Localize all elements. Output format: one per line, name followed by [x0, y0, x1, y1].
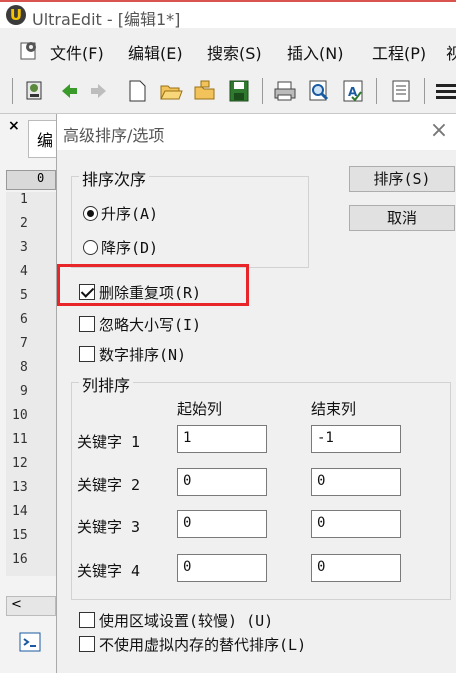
- line-number: 12: [6, 456, 56, 480]
- horizontal-scroll-left[interactable]: <: [6, 596, 56, 616]
- app-title: UltraEdit - [编辑1*]: [32, 10, 181, 29]
- menu-edit[interactable]: 编辑(E): [128, 40, 183, 64]
- menu-search[interactable]: 搜索(S): [207, 40, 262, 64]
- checkbox-indicator: [79, 636, 95, 652]
- line-number: 1: [6, 192, 56, 216]
- menu-project[interactable]: 工程(P): [372, 40, 426, 64]
- line-number: 4: [6, 264, 56, 288]
- key-4-end-input[interactable]: 0: [311, 554, 401, 582]
- toolbar-separator: [376, 78, 377, 104]
- menu-insert[interactable]: 插入(N): [287, 40, 343, 64]
- key-4-label: 关键字 4: [77, 562, 141, 580]
- spell-check-icon[interactable]: A: [340, 77, 366, 105]
- close-document-icon[interactable]: ×: [8, 118, 20, 134]
- ascending-radio[interactable]: 升序(A): [83, 203, 158, 224]
- key-2-label: 关键字 2: [77, 476, 141, 494]
- line-number: 7: [6, 336, 56, 360]
- ignore-case-label: 忽略大小写(I): [99, 316, 202, 334]
- descending-label: 降序(D): [101, 239, 159, 257]
- ultraedit-logo-icon: U: [6, 5, 26, 25]
- start-column-header: 起始列: [177, 400, 223, 418]
- dialog-close-icon[interactable]: ×: [427, 118, 451, 144]
- key-3-end-input[interactable]: 0: [311, 510, 401, 538]
- document-menu-icon[interactable]: [18, 39, 40, 61]
- toolbar-separator: [424, 78, 425, 104]
- no-virtual-memory-checkbox[interactable]: 不使用虚拟内存的替代排序(L): [79, 634, 306, 655]
- dialog-title: 高级排序/选项: [63, 126, 165, 145]
- checkbox-indicator: [79, 284, 95, 300]
- editor-background: × 编 0 1 2 3 4 5 6 7 8 9 10 11 12 13 14 1…: [0, 114, 58, 673]
- key-4-start-input[interactable]: 0: [177, 554, 267, 582]
- print-icon[interactable]: [272, 77, 298, 105]
- save-icon[interactable]: [226, 77, 252, 105]
- line-number: 11: [6, 432, 56, 456]
- radio-indicator: [83, 240, 98, 255]
- line-number: 15: [6, 528, 56, 552]
- column-ruler: 0: [6, 170, 56, 190]
- no-virtual-memory-label: 不使用虚拟内存的替代排序(L): [99, 636, 307, 654]
- line-number: 9: [6, 384, 56, 408]
- new-file-icon[interactable]: [124, 77, 150, 105]
- dialog-titlebar: 高级排序/选项 ×: [57, 114, 456, 150]
- checkbox-indicator: [79, 316, 95, 332]
- document-tab[interactable]: 编: [28, 120, 58, 158]
- line-number: 5: [6, 288, 56, 312]
- line-number: 8: [6, 360, 56, 384]
- print-preview-icon[interactable]: [306, 77, 332, 105]
- sort-button[interactable]: 排序(S): [349, 166, 455, 192]
- use-locale-checkbox[interactable]: 使用区域设置(较慢) (U): [79, 610, 273, 631]
- close-folder-icon[interactable]: [192, 77, 218, 105]
- key-1-end-input[interactable]: -1: [311, 425, 401, 453]
- app-titlebar: U UltraEdit - [编辑1*]: [0, 0, 456, 29]
- sort-order-label: 排序次序: [79, 166, 150, 190]
- checkbox-indicator: [79, 346, 95, 362]
- align-lines-icon[interactable]: [432, 77, 456, 105]
- column-sort-label: 列排序: [79, 372, 134, 396]
- open-folder-icon[interactable]: [158, 77, 184, 105]
- customize-icon[interactable]: [22, 77, 48, 105]
- output-window-icon[interactable]: [18, 630, 42, 654]
- back-arrow-icon[interactable]: [56, 77, 82, 105]
- toolbar-separator: [262, 78, 263, 104]
- line-number: 16: [6, 552, 56, 576]
- toolbar: A: [0, 70, 456, 114]
- line-number: 14: [6, 504, 56, 528]
- key-3-label: 关键字 3: [77, 518, 141, 536]
- end-column-header: 结束列: [311, 400, 357, 418]
- ignore-case-checkbox[interactable]: 忽略大小写(I): [79, 314, 201, 335]
- cancel-button[interactable]: 取消: [349, 205, 455, 231]
- numeric-sort-checkbox[interactable]: 数字排序(N): [79, 344, 186, 365]
- checkbox-indicator: [79, 612, 95, 628]
- ascending-label: 升序(A): [101, 205, 159, 223]
- line-number: 6: [6, 312, 56, 336]
- key-1-label: 关键字 1: [77, 433, 141, 451]
- menu-file[interactable]: 文件(F): [50, 40, 104, 64]
- document-list-icon[interactable]: [388, 77, 414, 105]
- key-2-start-input[interactable]: 0: [177, 468, 267, 496]
- line-number: 10: [6, 408, 56, 432]
- radio-indicator: [83, 206, 98, 221]
- line-number: 3: [6, 240, 56, 264]
- line-number: 2: [6, 216, 56, 240]
- advanced-sort-dialog: 高级排序/选项 × 排序次序 升序(A) 降序(D) 排序(S) 取消 删除重复…: [56, 114, 456, 673]
- use-locale-label: 使用区域设置(较慢) (U): [99, 612, 274, 630]
- key-1-start-input[interactable]: 1: [177, 425, 267, 453]
- toolbar-separator: [12, 78, 13, 104]
- remove-duplicates-label: 删除重复项(R): [99, 284, 202, 302]
- remove-duplicates-checkbox[interactable]: 删除重复项(R): [79, 282, 201, 303]
- line-number-gutter: 1 2 3 4 5 6 7 8 9 10 11 12 13 14 15 16: [6, 192, 56, 576]
- line-number: 13: [6, 480, 56, 504]
- menu-view[interactable]: 视: [446, 40, 456, 64]
- menu-bar: 文件(F) 编辑(E) 搜索(S) 插入(N) 工程(P) 视: [0, 30, 456, 70]
- numeric-sort-label: 数字排序(N): [99, 346, 187, 364]
- forward-arrow-icon[interactable]: [86, 77, 112, 105]
- descending-radio[interactable]: 降序(D): [83, 237, 158, 258]
- key-2-end-input[interactable]: 0: [311, 468, 401, 496]
- key-3-start-input[interactable]: 0: [177, 510, 267, 538]
